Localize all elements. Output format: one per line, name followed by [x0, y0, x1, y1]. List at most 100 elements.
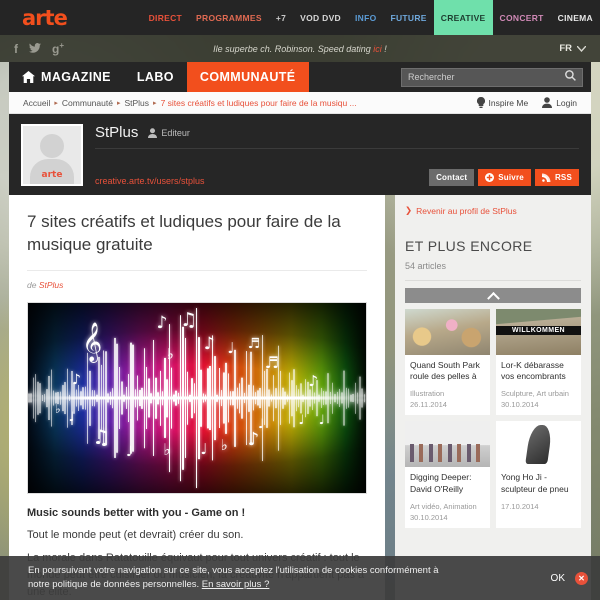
- nav-future[interactable]: FUTURE: [384, 0, 434, 35]
- profile-role: Editeur: [148, 128, 190, 138]
- search-input[interactable]: [408, 72, 561, 82]
- login-button[interactable]: Login: [542, 97, 577, 108]
- page-container: MAGAZINE LABO COMMUNAUTÉ Accueil ▸ Commu…: [9, 62, 591, 600]
- follow-button[interactable]: Suivre: [478, 169, 531, 186]
- cookie-learn-more-link[interactable]: En savoir plus ?: [202, 579, 270, 590]
- sidebar-item-communaute[interactable]: COMMUNAUTÉ: [186, 62, 309, 92]
- scroll-up-button[interactable]: [405, 288, 581, 305]
- sidebar-item-magazine[interactable]: MAGAZINE: [9, 62, 124, 92]
- follow-label: Suivre: [498, 173, 524, 182]
- music-note-icon: ♩: [318, 413, 325, 429]
- contact-button[interactable]: Contact: [429, 169, 475, 186]
- promo-text: Ile superbe ch. Robinson. Speed dating: [213, 43, 374, 54]
- list-item[interactable]: Quand South Park roule des pelles à Illu…: [405, 309, 490, 416]
- avatar-image: arte: [23, 126, 81, 184]
- nav-plus7[interactable]: +7: [269, 0, 293, 35]
- music-note-icon: ♭: [163, 440, 171, 460]
- breadcrumb-stplus[interactable]: StPlus: [124, 98, 149, 108]
- music-note-icon: ♩: [126, 443, 133, 460]
- breadcrumb-communaute[interactable]: Communauté: [62, 98, 113, 108]
- list-item[interactable]: Lor-K débarasse vos encombrants Sculptur…: [496, 309, 581, 416]
- search-box[interactable]: [401, 67, 583, 87]
- profile-details: StPlus Editeur creative.arte.tv/users/st…: [95, 124, 579, 186]
- sidebar-item-labo[interactable]: LABO: [124, 62, 187, 92]
- article-byline: de StPlus: [27, 270, 367, 290]
- promo-link[interactable]: ici: [373, 44, 382, 54]
- music-note-icon: ♬: [247, 335, 261, 352]
- inspire-me-button[interactable]: Inspire Me: [476, 97, 529, 108]
- card-body: Lor-K débarasse vos encombrants Sculptur…: [496, 355, 581, 415]
- nav-creative[interactable]: CREATIVE: [433, 0, 493, 35]
- breadcrumb-separator: ▸: [116, 99, 121, 107]
- section-label-magazine: MAGAZINE: [41, 70, 111, 84]
- profile-url[interactable]: creative.arte.tv/users/stplus: [95, 176, 205, 186]
- music-note-icon: ♭: [55, 402, 61, 417]
- music-note-icon: ♪: [156, 312, 168, 333]
- rss-button[interactable]: RSS: [534, 169, 579, 186]
- content-area: 7 sites créatifs et ludiques pour faire …: [9, 195, 591, 600]
- waveform-center-line: [28, 396, 366, 400]
- lightbulb-icon: [476, 97, 485, 108]
- list-item[interactable]: Yong Ho Ji - sculpteur de pneu 17.10.201…: [496, 421, 581, 528]
- cookie-text: En poursuivant votre navigation sur ce s…: [28, 564, 458, 593]
- profile-action-buttons: Contact Suivre RSS: [429, 169, 579, 186]
- article-subheading: Music sounds better with you - Game on !: [27, 507, 246, 520]
- music-note-icon: ♬: [264, 352, 279, 372]
- back-to-profile-link[interactable]: ❯ Revenir au profil de StPlus: [405, 205, 581, 216]
- byline-prefix: de: [27, 280, 39, 291]
- nav-direct[interactable]: DIRECT: [142, 0, 189, 35]
- card-thumbnail: [405, 309, 490, 355]
- profile-name: StPlus: [95, 124, 139, 141]
- login-label: Login: [556, 97, 577, 108]
- nav-concert[interactable]: CONCERT: [493, 0, 551, 35]
- avatar[interactable]: arte: [21, 124, 83, 186]
- nav-info[interactable]: INFO: [348, 0, 384, 35]
- nav-programmes[interactable]: PROGRAMMES: [189, 0, 269, 35]
- breadcrumb-separator: ▸: [153, 99, 157, 107]
- sidebar-article-count: 54 articles: [405, 261, 581, 281]
- arte-logo[interactable]: arte: [22, 6, 68, 30]
- card-title: Yong Ho Ji - sculpteur de pneu: [501, 472, 569, 494]
- back-to-profile-label: Revenir au profil de StPlus: [416, 205, 517, 216]
- music-note-icon: ♭: [220, 436, 228, 455]
- contact-label: Contact: [436, 173, 468, 182]
- language-selector[interactable]: FR: [559, 43, 586, 54]
- nav-cinema[interactable]: CINEMA: [551, 0, 600, 35]
- list-item[interactable]: Digging Deeper: David O'Reilly Art vidéo…: [405, 421, 490, 528]
- card-title: Digging Deeper: David O'Reilly: [410, 472, 472, 494]
- card-tags: Illustration: [410, 389, 445, 399]
- breadcrumb-accueil[interactable]: Accueil: [23, 98, 50, 108]
- sidebar-column: ❯ Revenir au profil de StPlus ET PLUS EN…: [395, 195, 591, 600]
- page-title: 7 sites créatifs et ludiques pour faire …: [27, 212, 341, 254]
- search-icon[interactable]: [565, 70, 576, 84]
- music-note-icon: ♪: [308, 371, 319, 390]
- inspire-me-label: Inspire Me: [488, 97, 529, 108]
- close-icon[interactable]: ✕: [575, 571, 588, 585]
- card-thumbnail: [496, 309, 581, 355]
- card-date: 26.11.2014: [410, 400, 447, 410]
- music-note-icon: ♩: [298, 413, 305, 429]
- cookie-consent-banner: En poursuivant votre navigation sur ce s…: [0, 556, 600, 600]
- twitter-icon[interactable]: [29, 42, 41, 56]
- music-note-icon: ♫: [180, 308, 198, 331]
- byline-author[interactable]: StPlus: [39, 280, 64, 290]
- sidebar-title: ET PLUS ENCORE: [405, 238, 533, 254]
- cookie-ok-button[interactable]: OK: [551, 573, 565, 584]
- card-body: Digging Deeper: David O'Reilly Art vidéo…: [405, 467, 490, 527]
- rss-label: RSS: [554, 173, 572, 182]
- section-navigation: MAGAZINE LABO COMMUNAUTÉ: [9, 62, 591, 92]
- card-title: Lor-K débarasse vos encombrants: [501, 360, 566, 382]
- card-date: 30.10.2014: [410, 512, 448, 522]
- article-hero-image: 𝄞 ♪ ♫ ♭ ♪ ♩ ♬ ♬ ♪ ♪ ♭ ♩ ♫ ♩ ♭ ♩ ♭ ♪ ♩ ♩: [27, 302, 367, 495]
- facebook-icon[interactable]: f: [14, 42, 18, 56]
- related-articles-grid: Quand South Park roule des pelles à Illu…: [405, 309, 581, 528]
- card-tags: Sculpture, Art urbain: [501, 389, 569, 399]
- card-tags: Art vidéo, Animation: [410, 501, 477, 511]
- card-date: 30.10.2014: [501, 400, 539, 410]
- top-navigation-bar: arte DIRECT PROGRAMMES +7 VOD DVD INFO F…: [0, 0, 600, 35]
- googleplus-icon[interactable]: g+: [52, 41, 64, 56]
- language-label: FR: [559, 43, 572, 54]
- nav-vod-dvd[interactable]: VOD DVD: [293, 0, 348, 35]
- music-note-icon: ♩: [200, 440, 208, 459]
- channel-nav: DIRECT PROGRAMMES +7 VOD DVD INFO FUTURE…: [142, 0, 600, 35]
